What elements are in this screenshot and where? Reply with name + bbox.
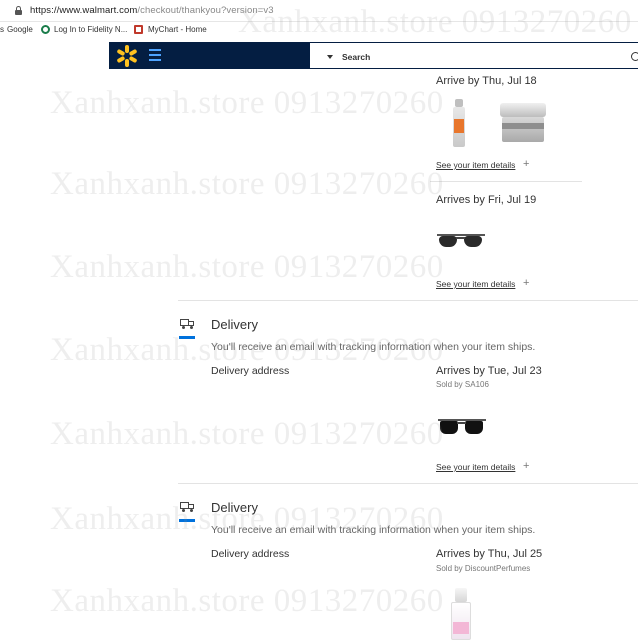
expand-plus-icon[interactable]: + — [523, 158, 529, 170]
watermark-text: Xanhxanh.store 0913270260 — [50, 249, 444, 285]
walmart-spark-logo-icon[interactable] — [116, 45, 138, 67]
browser-address-bar[interactable]: https://www.walmart.com/checkout/thankyo… — [0, 0, 638, 22]
bookmark-label: Google — [7, 25, 33, 34]
menu-icon[interactable] — [149, 49, 161, 62]
search-bar[interactable]: Search — [310, 42, 638, 69]
product-image-aviator-sunglasses[interactable] — [437, 233, 485, 249]
lock-icon — [15, 6, 22, 15]
site-header — [109, 42, 310, 69]
bookmark-label: Log In to Fidelity N... — [54, 25, 128, 34]
search-input[interactable]: Search — [342, 52, 370, 62]
url-host: https://www.walmart.com — [30, 5, 138, 16]
watermark-text: Xanhxanh.store 0913270260 — [50, 85, 444, 121]
divider — [430, 181, 582, 182]
sold-by-label: Sold by DiscountPerfumes — [436, 564, 531, 573]
bookmark-fidelity[interactable]: Log In to Fidelity N... — [41, 25, 127, 34]
see-item-details-link[interactable]: See your item details — [436, 160, 515, 170]
delivery-address-label: Delivery address — [211, 365, 290, 377]
product-image-sport-sunglasses[interactable] — [438, 418, 486, 434]
delivery-section-title: Delivery — [211, 317, 258, 332]
watermark-text: Xanhxanh.store 0913270260 — [50, 166, 444, 202]
product-image-perfume[interactable] — [450, 588, 472, 640]
delivery-section-title: Delivery — [211, 500, 258, 515]
delivery-address-label: Delivery address — [211, 548, 290, 560]
sold-by-label: Sold by SA106 — [436, 380, 489, 389]
arrival-date: Arrive by Thu, Jul 18 — [436, 75, 537, 87]
bookmark-overflow-fragment: s — [0, 25, 4, 34]
bookmarks-bar: s Google Log In to Fidelity N... MyChart… — [0, 22, 638, 40]
delivery-subtitle: You'll receive an email with tracking in… — [211, 341, 536, 353]
fidelity-favicon-icon — [41, 25, 50, 34]
watermark-text: Xanhxanh.store 0913270260 — [50, 416, 444, 452]
product-image-spray[interactable] — [452, 99, 466, 148]
section-accent-bar — [179, 336, 195, 339]
bookmark-google[interactable]: Google — [7, 25, 33, 34]
see-item-details-link[interactable]: See your item details — [436, 279, 515, 289]
bookmark-mychart[interactable]: MyChart - Home — [134, 25, 207, 34]
arrival-date: Arrives by Tue, Jul 23 — [436, 365, 542, 377]
delivery-truck-icon — [180, 319, 194, 329]
divider — [178, 300, 638, 301]
watermark-text: Xanhxanh.store 0913270260 — [50, 583, 444, 619]
section-accent-bar — [179, 519, 195, 522]
bookmark-label: MyChart - Home — [148, 25, 207, 34]
product-image-cream-jar[interactable] — [500, 103, 546, 143]
delivery-truck-icon — [180, 502, 194, 512]
search-icon[interactable] — [631, 52, 638, 61]
url-path: /checkout/thankyou?version=v3 — [137, 5, 274, 16]
expand-plus-icon[interactable]: + — [523, 460, 529, 472]
url-text[interactable]: https://www.walmart.com/checkout/thankyo… — [30, 5, 274, 16]
expand-plus-icon[interactable]: + — [523, 277, 529, 289]
delivery-subtitle: You'll receive an email with tracking in… — [211, 524, 536, 536]
mychart-favicon-icon — [134, 25, 143, 34]
arrival-date: Arrives by Fri, Jul 19 — [436, 194, 537, 206]
department-dropdown-icon[interactable] — [327, 55, 333, 59]
arrival-date: Arrives by Thu, Jul 25 — [436, 548, 543, 560]
divider — [178, 483, 638, 484]
see-item-details-link[interactable]: See your item details — [436, 462, 515, 472]
